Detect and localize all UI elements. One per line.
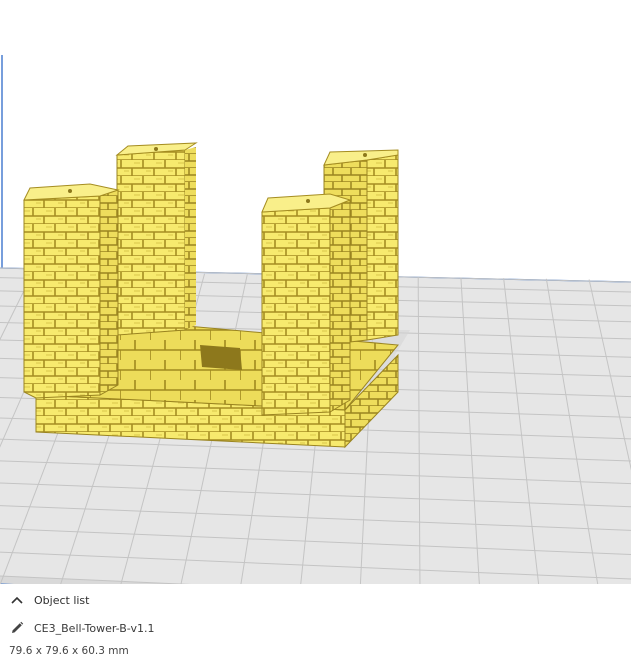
3d-viewport[interactable] xyxy=(0,0,631,590)
pillar-front-left xyxy=(23,195,101,399)
pillar-back-left xyxy=(116,149,186,336)
object-dimensions-row: 79.6 x 79.6 x 60.3 mm xyxy=(0,642,631,660)
pillar-front-right xyxy=(261,207,331,416)
chevron-up-icon[interactable] xyxy=(7,590,27,610)
object-row[interactable]: CE3_Bell-Tower-B-v1.1 xyxy=(0,617,631,639)
pencil-icon[interactable] xyxy=(7,618,27,638)
object-list-header[interactable]: Object list xyxy=(0,590,631,610)
object-name[interactable]: CE3_Bell-Tower-B-v1.1 xyxy=(34,622,154,635)
object-dimensions: 79.6 x 79.6 x 60.3 mm xyxy=(9,645,129,657)
object-list-label[interactable]: Object list xyxy=(34,594,89,607)
object-panel: Object list CE3_Bell-Tower-B-v1.1 79.6 x… xyxy=(0,584,631,669)
